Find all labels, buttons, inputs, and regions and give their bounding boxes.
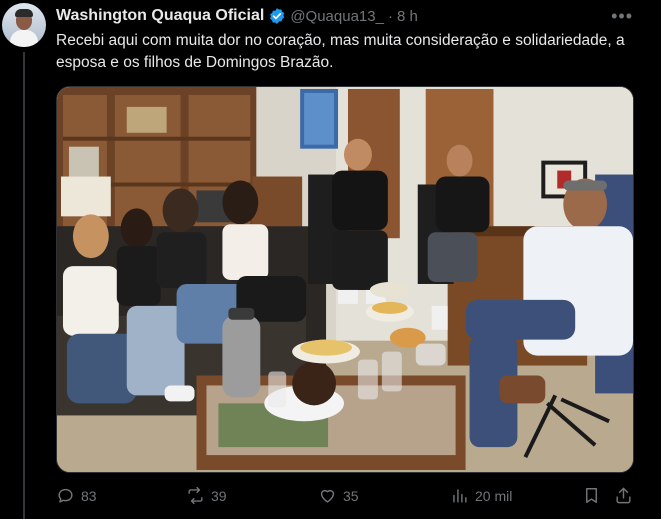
reply-icon (58, 488, 73, 503)
like-count: 35 (343, 487, 359, 504)
heart-icon (320, 489, 335, 503)
bookmark-button[interactable] (582, 486, 601, 505)
analytics-icon (453, 489, 467, 503)
separator-dot: · (387, 7, 393, 25)
user-handle[interactable]: @Quaqua13_ (290, 8, 384, 25)
repost-icon (188, 486, 203, 505)
repost-button[interactable]: 39 (186, 486, 227, 505)
post-time[interactable]: 8 h (397, 8, 418, 25)
avatar-shirt (10, 30, 38, 47)
more-options-icon[interactable]: ••• (611, 6, 633, 27)
post-text: Recebi aqui com muita dor no coração, ma… (56, 32, 625, 71)
view-count: 20 mil (475, 487, 513, 504)
avatar[interactable] (2, 3, 46, 47)
views-button[interactable]: 20 mil (450, 486, 512, 505)
share-icon (616, 487, 631, 504)
share-button[interactable] (614, 486, 633, 505)
group-photo-office (57, 87, 633, 472)
bookmark-icon (586, 488, 597, 503)
avatar-hair (15, 9, 33, 17)
verified-badge-icon[interactable] (268, 7, 286, 25)
repost-count: 39 (211, 487, 227, 504)
post-actions: 83 39 35 20 mil (56, 486, 636, 508)
reply-count: 83 (81, 487, 97, 504)
post-photo[interactable] (56, 86, 634, 473)
like-button[interactable]: 35 (318, 486, 359, 505)
reply-button[interactable]: 83 (56, 486, 97, 505)
thread-line (23, 52, 25, 519)
display-name[interactable]: Washington Quaqua Oficial (56, 7, 264, 25)
post-header: Washington Quaqua Oficial @Quaqua13_ · 8… (56, 6, 418, 26)
